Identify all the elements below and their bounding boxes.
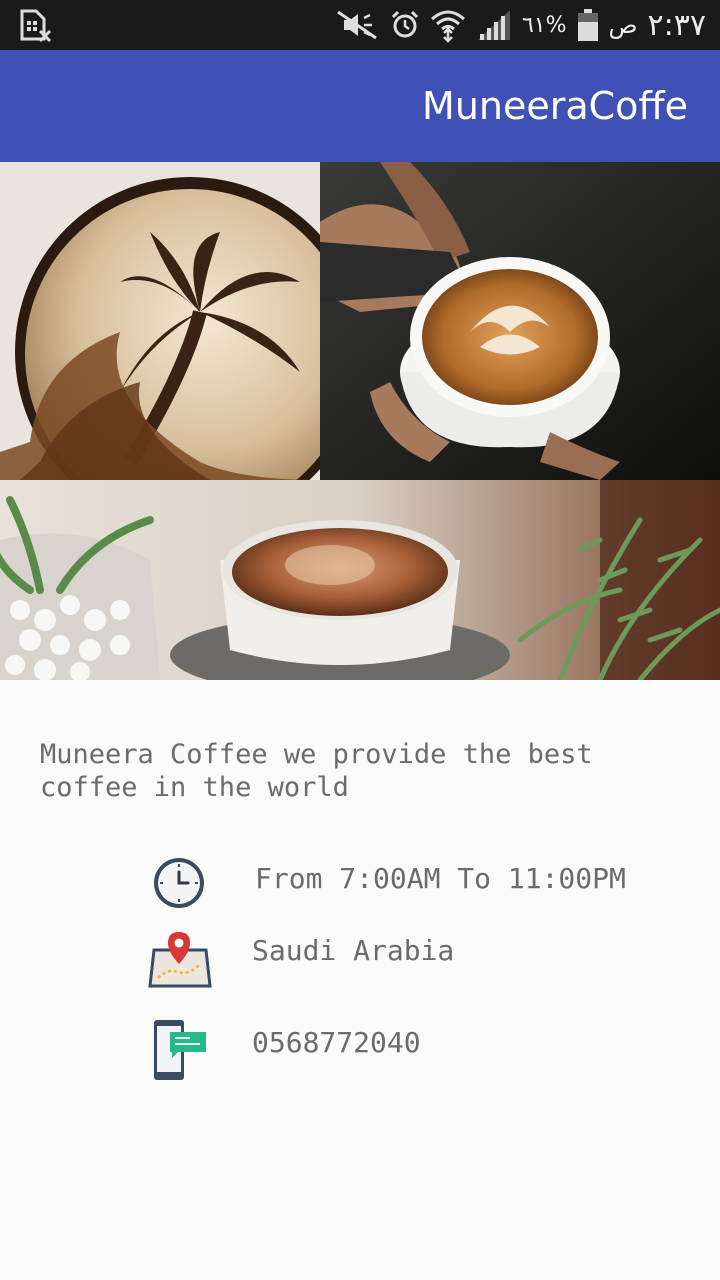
- phone-row[interactable]: 0568772040: [148, 1018, 708, 1082]
- status-ampm: ص: [608, 11, 638, 39]
- latte-art-image: [0, 162, 320, 480]
- signal-icon: [477, 10, 510, 40]
- app-bar: MuneeraCoffe: [0, 50, 720, 162]
- status-bar: ٦١% ص ٢:٣٧: [0, 0, 720, 50]
- map-pin-icon: [148, 932, 212, 988]
- coffee-plants-image: [0, 480, 720, 680]
- location-row: Saudi Arabia: [148, 928, 708, 992]
- barista-pour-image: [320, 162, 720, 480]
- location-text: Saudi Arabia: [252, 934, 455, 967]
- status-time: ٢:٣٧: [647, 7, 706, 43]
- battery-icon: [577, 9, 598, 41]
- mute-icon: [337, 10, 377, 40]
- phone-text[interactable]: 0568772040: [252, 1026, 421, 1059]
- alarm-icon: [391, 10, 419, 38]
- phone-chat-icon: [154, 1020, 206, 1080]
- hours-row: From 7:00AM To 11:00PM: [148, 852, 708, 916]
- clock-icon: [154, 858, 204, 908]
- sim-missing-icon: [20, 9, 52, 43]
- battery-percent: ٦١%: [521, 12, 567, 38]
- description-text: Muneera Coffee we provide the best coffe…: [40, 739, 593, 803]
- app-title: MuneeraCoffe: [422, 84, 688, 128]
- wifi-icon: [430, 10, 465, 43]
- hours-text: From 7:00AM To 11:00PM: [255, 862, 626, 895]
